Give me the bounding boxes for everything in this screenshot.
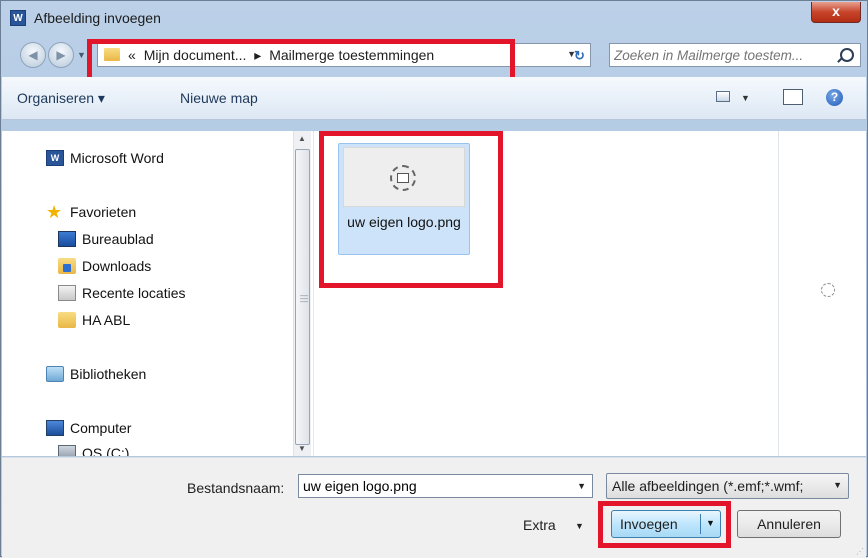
forward-button[interactable]: ▶ [48, 42, 74, 68]
split-separator [700, 514, 701, 534]
command-toolbar: Organiseren ▾ Nieuwe map ▼ ? [2, 77, 866, 120]
filename-label: Bestandsnaam: [187, 480, 285, 496]
desktop-icon [58, 231, 76, 247]
nav-item-label: Computer [70, 420, 132, 436]
insert-dropdown[interactable]: ▼ [706, 518, 715, 528]
views-dropdown[interactable]: ▼ [741, 93, 750, 103]
title-bar: W Afbeelding invoegen x [1, 1, 867, 35]
close-button[interactable]: x [811, 2, 861, 23]
help-icon[interactable]: ? [826, 89, 843, 106]
word-icon: W [46, 150, 64, 166]
recent-pages-dropdown[interactable]: ▼ [77, 50, 86, 60]
downloads-folder-icon [58, 258, 76, 274]
views-icon[interactable] [716, 91, 730, 102]
word-icon: W [10, 10, 26, 26]
breadcrumb-item-documents[interactable]: Mijn document... [144, 47, 247, 63]
nav-item-label: Bureaublad [82, 231, 154, 247]
window-title: Afbeelding invoegen [34, 10, 161, 26]
search-icon[interactable] [840, 48, 854, 62]
drive-icon [58, 445, 76, 456]
scroll-up-arrow[interactable]: ▲ [298, 134, 306, 143]
nav-scrollbar[interactable]: ▲ — — — ▼ [293, 131, 311, 456]
search-box[interactable] [609, 43, 861, 67]
address-bar-row: ◀ ▶ ▼ « Mijn document... ▸ Mailmerge toe… [1, 39, 867, 73]
new-folder-button[interactable]: Nieuwe map [180, 90, 258, 106]
folder-icon [58, 312, 76, 328]
filename-field[interactable]: ▼ [298, 474, 593, 498]
image-placeholder-icon [390, 165, 416, 191]
image-placeholder-icon [821, 283, 835, 297]
scroll-down-arrow[interactable]: ▼ [298, 444, 306, 453]
scroll-thumb[interactable]: — — — [295, 149, 310, 445]
refresh-icon[interactable]: ↻ [574, 48, 585, 64]
filetype-value: Alle afbeeldingen (*.emf;*.wmf; [612, 478, 804, 494]
nav-item-label: Downloads [82, 258, 152, 274]
filetype-select[interactable]: Alle afbeeldingen (*.emf;*.wmf; ▼ [606, 473, 849, 499]
nav-item-label: Recente locaties [82, 285, 186, 301]
libraries-icon [46, 366, 64, 382]
nav-item-label: OS (C:) [82, 445, 130, 456]
file-item[interactable]: uw eigen logo.png [338, 143, 470, 255]
preview-pane-icon[interactable] [783, 89, 803, 105]
extra-dropdown[interactable]: ▼ [575, 521, 584, 531]
nav-item-label: HA ABL [82, 312, 131, 328]
breadcrumb-item-mailmerge[interactable]: Mailmerge toestemmingen [269, 47, 434, 63]
navigation-pane: W Microsoft Word ★ Favorieten Bureaublad… [2, 131, 313, 456]
insert-picture-dialog: W Afbeelding invoegen x ◀ ▶ ▼ « Mijn doc… [0, 0, 868, 558]
filename-input[interactable] [303, 477, 563, 495]
search-input[interactable] [614, 46, 830, 64]
folder-icon [104, 48, 120, 61]
file-thumbnail [343, 147, 465, 207]
address-bar[interactable]: « Mijn document... ▸ Mailmerge toestemmi… [97, 43, 591, 67]
file-selection-area: Bestandsnaam: ▼ Alle afbeeldingen (*.emf… [2, 457, 866, 558]
preview-pane [778, 131, 866, 456]
computer-icon [46, 420, 64, 436]
file-name: uw eigen logo.png [347, 214, 461, 230]
insert-button-label: Invoegen [620, 516, 678, 532]
recent-places-icon [58, 285, 76, 301]
resize-grip[interactable]: ⋰ [856, 547, 864, 556]
breadcrumb-separator[interactable]: ▸ [254, 47, 261, 63]
filename-dropdown[interactable]: ▼ [577, 481, 586, 491]
nav-item-label: Bibliotheken [70, 366, 147, 382]
file-list: uw eigen logo.png [313, 131, 778, 456]
breadcrumb: « Mijn document... ▸ Mailmerge toestemmi… [128, 47, 438, 64]
nav-item-label: Microsoft Word [70, 150, 164, 166]
extra-menu[interactable]: Extra [523, 517, 556, 533]
organize-button[interactable]: Organiseren ▾ [17, 90, 105, 107]
nav-item-label: Favorieten [70, 204, 137, 220]
cancel-button[interactable]: Annuleren [737, 510, 841, 538]
breadcrumb-overflow[interactable]: « [128, 47, 136, 63]
insert-button[interactable]: Invoegen ▼ [611, 510, 721, 538]
star-icon: ★ [46, 202, 63, 222]
chevron-down-icon: ▼ [833, 480, 842, 490]
back-button[interactable]: ◀ [20, 42, 46, 68]
scroll-grip: — — — [300, 291, 308, 306]
